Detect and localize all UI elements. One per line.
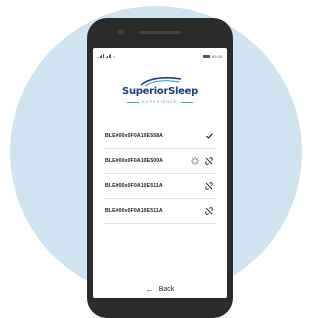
device-row[interactable]: BLE#00x0F0A10E511A <box>103 199 217 224</box>
back-label: Back <box>158 286 175 293</box>
battery-icon <box>202 54 210 58</box>
logo-swoosh-icon <box>140 77 182 87</box>
back-button[interactable]: ← Back <box>93 285 227 294</box>
device-row[interactable]: BLE#00x0F0A10E500A <box>103 149 217 174</box>
signal-icon-2 <box>105 54 111 58</box>
device-row[interactable]: BLE#00x0F0A10E511A <box>103 174 217 199</box>
device-row[interactable]: BLE#00x0F0A10E558A <box>103 124 217 149</box>
logo-subtitle: EXPERIENCE <box>142 100 178 104</box>
device-list: BLE#00x0F0A10E558A BLE#00x0F0A10E500A BL… <box>103 124 217 224</box>
spinner-icon <box>191 157 199 165</box>
logo-text: SuperiorSleep <box>122 86 198 97</box>
camera-icon <box>118 29 124 35</box>
phone-screen: ≈ 09:30 SuperiorSleep EXPERIENCE BLE#00x… <box>93 48 227 298</box>
broken-link-icon <box>205 207 213 215</box>
wifi-icon: ≈ <box>113 53 116 59</box>
signal-icon <box>98 54 104 58</box>
device-name: BLE#00x0F0A10E558A <box>105 133 164 139</box>
broken-link-icon <box>205 182 213 190</box>
checkmark-icon <box>206 133 213 139</box>
device-name: BLE#00x0F0A10E511A <box>105 208 163 214</box>
status-time: 09:30 <box>211 53 222 59</box>
logo-divider-right <box>181 102 193 103</box>
arrow-left-icon: ← <box>145 285 154 294</box>
phone-frame: ≈ 09:30 SuperiorSleep EXPERIENCE BLE#00x… <box>87 18 233 318</box>
status-bar: ≈ 09:30 <box>98 52 222 60</box>
broken-link-icon <box>205 157 213 165</box>
device-name: BLE#00x0F0A10E511A <box>105 183 163 189</box>
speaker-grille <box>139 31 181 34</box>
device-name: BLE#00x0F0A10E500A <box>105 158 164 164</box>
